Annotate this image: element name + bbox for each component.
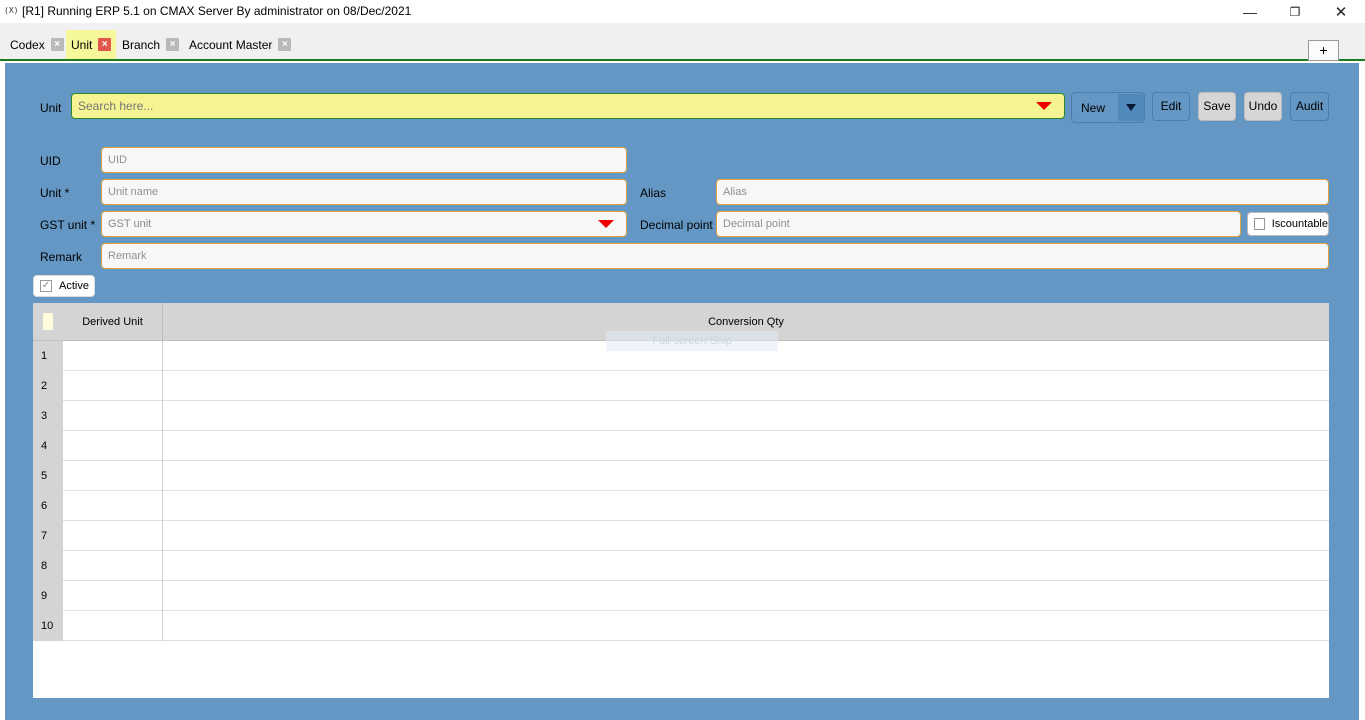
iscountable-checkbox[interactable]: Iscountable: [1247, 212, 1329, 236]
row-number: 10: [33, 611, 63, 641]
close-tab-icon[interactable]: ×: [98, 38, 112, 51]
table-row[interactable]: 9: [33, 581, 1329, 611]
remark-field[interactable]: [101, 243, 1329, 269]
unit-name-label: Unit *: [40, 186, 70, 200]
unit-search-label: Unit: [40, 101, 62, 115]
derived-unit-cell[interactable]: [63, 521, 163, 551]
derived-unit-cell[interactable]: [63, 611, 163, 641]
derived-unit-cell[interactable]: [63, 371, 163, 401]
search-dropdown-icon[interactable]: [1036, 102, 1052, 110]
decimal-point-field[interactable]: [716, 211, 1241, 237]
conversion-qty-cell[interactable]: [163, 431, 1329, 461]
conversion-qty-cell[interactable]: [163, 461, 1329, 491]
derived-unit-cell[interactable]: [63, 401, 163, 431]
close-window-button[interactable]: ✕: [1318, 0, 1364, 23]
tab-label: Account Master: [189, 37, 273, 52]
table-row[interactable]: 5: [33, 461, 1329, 491]
undo-button[interactable]: Undo: [1244, 92, 1282, 121]
unit-name-field[interactable]: [101, 179, 627, 205]
chevron-down-icon[interactable]: [1118, 94, 1144, 121]
conversion-qty-cell[interactable]: [163, 401, 1329, 431]
snip-overlay-tooltip: Full-screen Snip: [606, 331, 778, 351]
gst-unit-placeholder: GST unit: [108, 218, 152, 230]
app-icon: (X): [4, 6, 19, 15]
tab-strip: Codex × Unit × Branch × Account Master ×…: [0, 23, 1365, 61]
conversion-qty-cell[interactable]: [163, 551, 1329, 581]
minimize-button[interactable]: —: [1227, 0, 1273, 23]
uid-label: UID: [40, 154, 61, 168]
unit-form-panel: Unit New Edit Save Undo Audit UID Unit *…: [5, 63, 1359, 720]
select-all-cell[interactable]: [43, 313, 53, 330]
active-checkbox[interactable]: ✓ Active: [33, 275, 95, 297]
row-number: 1: [33, 341, 63, 371]
tab-unit[interactable]: Unit ×: [66, 30, 117, 59]
table-row[interactable]: 7: [33, 521, 1329, 551]
row-number: 3: [33, 401, 63, 431]
row-number: 4: [33, 431, 63, 461]
window-title: [R1] Running ERP 5.1 on CMAX Server By a…: [22, 4, 412, 18]
gst-dropdown-icon[interactable]: [598, 220, 614, 228]
table-row[interactable]: 6: [33, 491, 1329, 521]
uid-field[interactable]: [101, 147, 627, 173]
table-row[interactable]: 3: [33, 401, 1329, 431]
add-tab-button[interactable]: +: [1308, 40, 1339, 61]
remark-label: Remark: [40, 250, 83, 264]
save-button[interactable]: Save: [1198, 92, 1236, 121]
derived-unit-cell[interactable]: [63, 581, 163, 611]
column-header-derived-unit[interactable]: Derived Unit: [63, 303, 163, 341]
row-number: 8: [33, 551, 63, 581]
alias-field[interactable]: [716, 179, 1329, 205]
close-tab-icon[interactable]: ×: [278, 38, 292, 51]
restore-button[interactable]: ❐: [1272, 0, 1318, 23]
derived-unit-grid: Derived Unit Conversion Qty 1 2 3 4 5 6 …: [33, 303, 1329, 698]
close-tab-icon[interactable]: ×: [50, 38, 64, 51]
tab-branch[interactable]: Branch ×: [117, 30, 184, 59]
table-row[interactable]: 2: [33, 371, 1329, 401]
check-icon[interactable]: ✓: [40, 280, 52, 292]
row-number: 2: [33, 371, 63, 401]
new-button[interactable]: New: [1081, 101, 1105, 115]
table-row[interactable]: 10: [33, 611, 1329, 641]
close-tab-icon[interactable]: ×: [166, 38, 180, 51]
checkbox-icon[interactable]: [1254, 218, 1265, 230]
row-number: 6: [33, 491, 63, 521]
derived-unit-cell[interactable]: [63, 461, 163, 491]
tab-codex[interactable]: Codex ×: [5, 30, 69, 59]
conversion-qty-cell[interactable]: [163, 491, 1329, 521]
conversion-qty-cell[interactable]: [163, 521, 1329, 551]
edit-button[interactable]: Edit: [1152, 92, 1190, 121]
derived-unit-cell[interactable]: [63, 491, 163, 521]
conversion-qty-cell[interactable]: [163, 611, 1329, 641]
tab-account-master[interactable]: Account Master ×: [184, 30, 296, 59]
row-number: 9: [33, 581, 63, 611]
audit-button[interactable]: Audit: [1290, 92, 1329, 121]
derived-unit-cell[interactable]: [63, 341, 163, 371]
new-button-group[interactable]: New: [1071, 92, 1145, 123]
table-row[interactable]: 4: [33, 431, 1329, 461]
row-number: 7: [33, 521, 63, 551]
title-bar: (X) [R1] Running ERP 5.1 on CMAX Server …: [0, 0, 1365, 23]
row-number: 5: [33, 461, 63, 491]
tab-label: Codex: [10, 37, 45, 52]
gst-unit-label: GST unit *: [40, 218, 96, 232]
conversion-qty-cell[interactable]: [163, 581, 1329, 611]
search-input[interactable]: [72, 94, 1022, 118]
unit-search-box[interactable]: [71, 93, 1065, 119]
derived-unit-cell[interactable]: [63, 551, 163, 581]
derived-unit-cell[interactable]: [63, 431, 163, 461]
alias-label: Alias: [640, 186, 667, 200]
tab-label: Branch: [122, 37, 161, 52]
tab-label: Unit: [71, 37, 93, 52]
iscountable-label: Iscountable: [1271, 218, 1328, 230]
decimal-point-label: Decimal point: [640, 218, 713, 232]
conversion-qty-cell[interactable]: [163, 371, 1329, 401]
table-row[interactable]: 8: [33, 551, 1329, 581]
gst-unit-select[interactable]: GST unit: [101, 211, 627, 237]
active-label: Active: [59, 280, 89, 292]
